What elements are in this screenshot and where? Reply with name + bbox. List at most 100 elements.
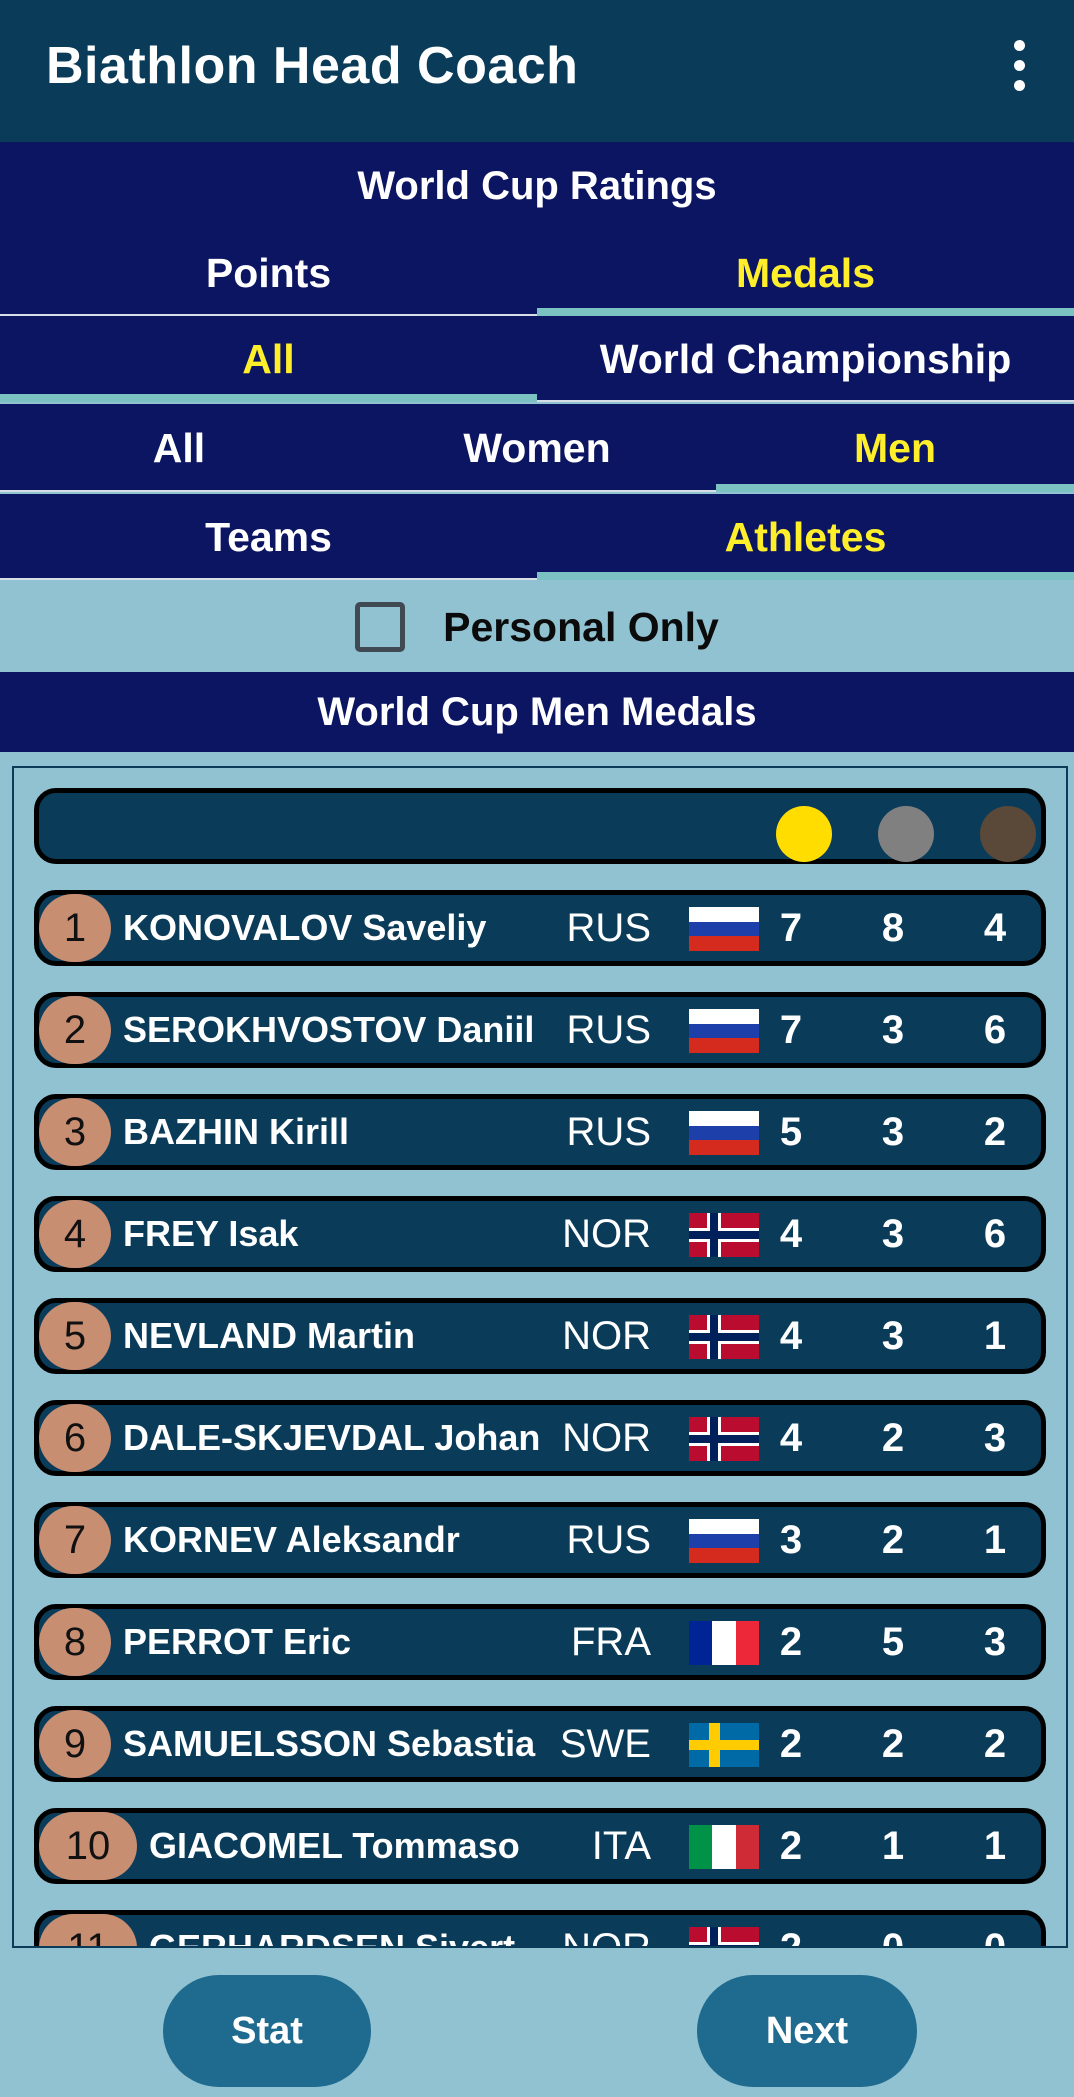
tab-medals[interactable]: Medals bbox=[537, 230, 1074, 316]
tab-points-label: Points bbox=[205, 249, 332, 296]
rank-badge: 5 bbox=[39, 1302, 111, 1370]
rank-badge: 6 bbox=[39, 1404, 111, 1472]
silver-count: 2 bbox=[881, 1722, 905, 1766]
silver-count: 3 bbox=[881, 1008, 905, 1052]
silver-count: 3 bbox=[881, 1212, 905, 1256]
norway-flag bbox=[689, 1417, 759, 1461]
tab-athletes[interactable]: Athletes bbox=[537, 494, 1074, 580]
table-row[interactable]: 3 BAZHIN Kirill RUS 5 3 2 bbox=[34, 1094, 1046, 1170]
silver-count: 3 bbox=[881, 1110, 905, 1154]
country-code: RUS bbox=[566, 1518, 651, 1562]
tab-teams-label: Teams bbox=[205, 513, 332, 560]
tab-world-championship-label: World Championship bbox=[599, 335, 1012, 382]
rank-badge: 7 bbox=[39, 1506, 111, 1574]
rank-badge: 10 bbox=[39, 1812, 137, 1880]
athlete-name: GERHARDSEN Sivert bbox=[149, 1927, 516, 1948]
ratings-title: World Cup Ratings bbox=[0, 142, 1074, 230]
country-code: NOR bbox=[562, 1926, 651, 1948]
tabs-type: Points Medals bbox=[0, 230, 1074, 316]
athlete-name: FREY Isak bbox=[123, 1213, 299, 1254]
bronze-count: 6 bbox=[983, 1008, 1007, 1052]
gold-count: 2 bbox=[779, 1926, 803, 1948]
country-code: NOR bbox=[562, 1314, 651, 1358]
silver-count: 0 bbox=[881, 1926, 905, 1948]
bronze-count: 1 bbox=[983, 1314, 1007, 1358]
table-row[interactable]: 7 KORNEV Aleksandr RUS 3 2 1 bbox=[34, 1502, 1046, 1578]
tab-medals-label: Medals bbox=[736, 249, 875, 296]
gold-count: 5 bbox=[779, 1110, 803, 1154]
table-row[interactable]: 10 GIACOMEL Tommaso ITA 2 1 1 bbox=[34, 1808, 1046, 1884]
russia-flag bbox=[689, 1111, 759, 1155]
table-row[interactable]: 9 SAMUELSSON Sebastia SWE 2 2 2 bbox=[34, 1706, 1046, 1782]
table-row[interactable]: 8 PERROT Eric FRA 2 5 3 bbox=[34, 1604, 1046, 1680]
silver-count: 2 bbox=[881, 1518, 905, 1562]
country-code: SWE bbox=[559, 1722, 651, 1766]
table-row[interactable]: 4 FREY Isak NOR 4 3 6 bbox=[34, 1196, 1046, 1272]
tabs-event: All World Championship bbox=[0, 316, 1074, 402]
bronze-count: 4 bbox=[983, 906, 1007, 950]
table-row[interactable]: 6 DALE-SKJEVDAL Johan NOR 4 2 3 bbox=[34, 1400, 1046, 1476]
gold-count: 2 bbox=[779, 1722, 803, 1766]
stat-button[interactable]: Stat bbox=[163, 1975, 371, 2087]
personal-only-label: Personal Only bbox=[443, 603, 719, 650]
silver-medal-icon bbox=[878, 806, 934, 862]
tab-points[interactable]: Points bbox=[0, 230, 537, 316]
bronze-count: 3 bbox=[983, 1620, 1007, 1664]
country-code: NOR bbox=[562, 1212, 651, 1256]
tab-women[interactable]: Women bbox=[358, 404, 716, 492]
russia-flag bbox=[689, 907, 759, 951]
athlete-name: BAZHIN Kirill bbox=[123, 1111, 350, 1152]
athlete-name: KONOVALOV Saveliy bbox=[123, 907, 487, 948]
france-flag bbox=[689, 1621, 759, 1665]
norway-flag bbox=[689, 1927, 759, 1946]
next-button[interactable]: Next bbox=[697, 1975, 917, 2087]
country-code: FRA bbox=[571, 1620, 651, 1664]
bronze-count: 3 bbox=[983, 1416, 1007, 1460]
norway-flag bbox=[689, 1213, 759, 1257]
tab-teams[interactable]: Teams bbox=[0, 494, 537, 580]
bronze-count: 0 bbox=[983, 1926, 1007, 1948]
country-code: ITA bbox=[591, 1824, 651, 1868]
tab-event-all[interactable]: All bbox=[0, 316, 537, 402]
bronze-medal-icon bbox=[980, 806, 1036, 862]
table-row[interactable]: 2 SEROKHVOSTOV Daniil RUS 7 3 6 bbox=[34, 992, 1046, 1068]
table-row[interactable]: 11 GERHARDSEN Sivert NOR 2 0 0 bbox=[34, 1910, 1046, 1948]
bronze-count: 6 bbox=[983, 1212, 1007, 1256]
personal-only-row: Personal Only bbox=[0, 582, 1074, 672]
tab-men-label: Men bbox=[854, 424, 936, 471]
silver-count: 3 bbox=[881, 1314, 905, 1358]
app-bar: Biathlon Head Coach bbox=[0, 0, 1074, 142]
gold-count: 3 bbox=[779, 1518, 803, 1562]
country-code: RUS bbox=[566, 906, 651, 950]
gold-medal-icon bbox=[776, 806, 832, 862]
tab-men[interactable]: Men bbox=[716, 404, 1074, 492]
bronze-count: 2 bbox=[983, 1722, 1007, 1766]
more-vert-icon[interactable] bbox=[964, 30, 1074, 100]
rank-badge: 9 bbox=[39, 1710, 111, 1778]
country-code: NOR bbox=[562, 1416, 651, 1460]
medals-header bbox=[34, 788, 1046, 864]
silver-count: 2 bbox=[881, 1416, 905, 1460]
table-title: World Cup Men Medals bbox=[0, 672, 1074, 752]
rank-badge: 2 bbox=[39, 996, 111, 1064]
gold-count: 4 bbox=[779, 1314, 803, 1358]
bronze-count: 2 bbox=[983, 1110, 1007, 1154]
sweden-flag bbox=[689, 1723, 759, 1767]
gold-count: 2 bbox=[779, 1824, 803, 1868]
athlete-name: DALE-SKJEVDAL Johan bbox=[123, 1417, 541, 1458]
rank-badge: 8 bbox=[39, 1608, 111, 1676]
table-row[interactable]: 1 KONOVALOV Saveliy RUS 7 8 4 bbox=[34, 890, 1046, 966]
country-code: RUS bbox=[566, 1110, 651, 1154]
app-title: Biathlon Head Coach bbox=[46, 37, 579, 95]
italy-flag bbox=[689, 1825, 759, 1869]
medals-list[interactable]: 1 KONOVALOV Saveliy RUS 7 8 4 2 SEROKHVOSTOV Da… bbox=[12, 766, 1068, 1948]
rank-badge: 4 bbox=[39, 1200, 111, 1268]
tab-athletes-label: Athletes bbox=[724, 513, 887, 560]
personal-only-checkbox[interactable] bbox=[355, 602, 406, 652]
russia-flag bbox=[689, 1009, 759, 1053]
tab-gender-all[interactable]: All bbox=[0, 404, 358, 492]
gold-count: 7 bbox=[779, 1008, 803, 1052]
tab-world-championship[interactable]: World Championship bbox=[537, 316, 1074, 402]
table-row[interactable]: 5 NEVLAND Martin NOR 4 3 1 bbox=[34, 1298, 1046, 1374]
silver-count: 8 bbox=[881, 906, 905, 950]
